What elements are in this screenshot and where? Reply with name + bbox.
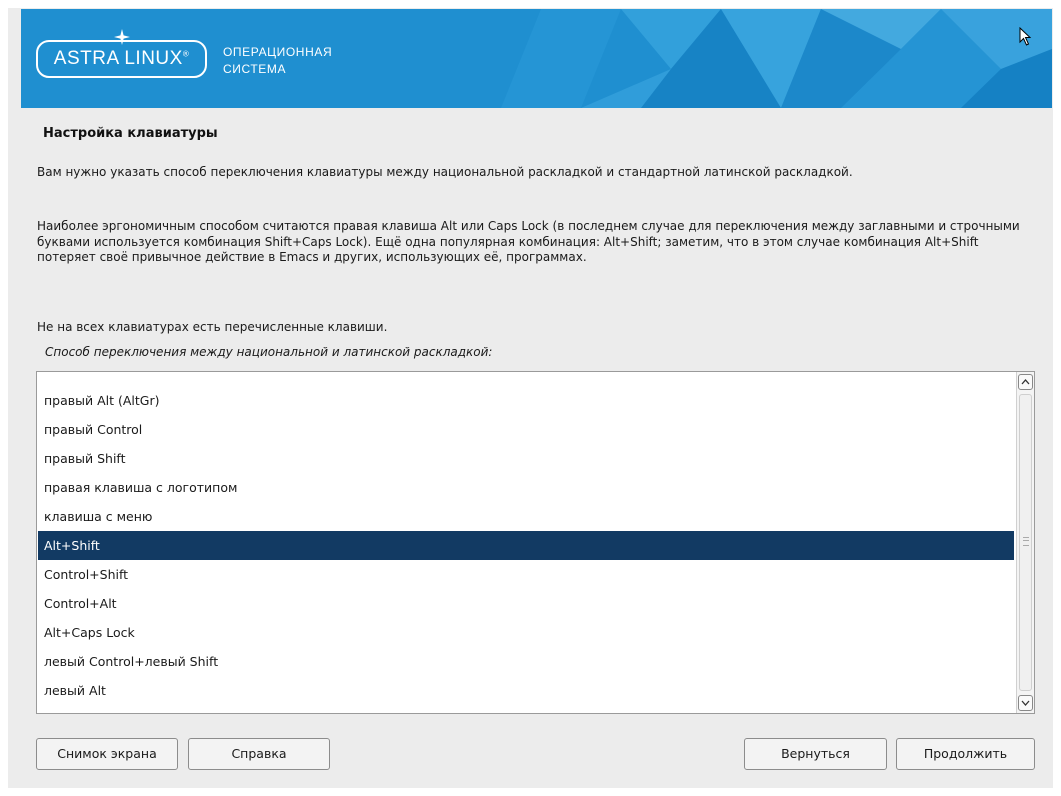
- list-prompt: Способ переключения между национальной и…: [45, 345, 493, 359]
- list-item[interactable]: Control+Shift: [38, 560, 1014, 589]
- help-button[interactable]: Справка: [188, 738, 330, 770]
- list-item[interactable]: правый Alt (AltGr): [38, 386, 1014, 415]
- list-item-partial-bottom: ·: [38, 701, 1014, 713]
- mouse-pointer-icon: [1019, 27, 1032, 46]
- description-paragraph-2: Наиболее эргономичным способом считаются…: [37, 219, 1020, 264]
- list-item[interactable]: правая клавиша с логотипом: [38, 473, 1014, 502]
- list-item[interactable]: правый Shift: [38, 444, 1014, 473]
- astra-linux-logo: ASTRA LINUX®: [36, 29, 207, 78]
- logo-subtitle-line2: СИСТЕМА: [223, 62, 287, 76]
- list-item-selected[interactable]: Alt+Shift: [38, 531, 1014, 560]
- list-item[interactable]: левый Control+левый Shift: [38, 647, 1014, 676]
- logo-subtitle-line1: ОПЕРАЦИОННАЯ: [223, 45, 333, 59]
- scroll-up-button[interactable]: [1018, 374, 1033, 390]
- description-paragraph-1: Вам нужно указать способ переключения кл…: [37, 165, 853, 179]
- chevron-up-icon: [1021, 379, 1030, 385]
- description-paragraph-3: Не на всех клавиатурах есть перечисленны…: [37, 320, 388, 334]
- chevron-down-icon: [1021, 700, 1030, 706]
- list-item[interactable]: Control+Alt: [38, 589, 1014, 618]
- star-icon: [114, 29, 130, 45]
- back-button[interactable]: Вернуться: [744, 738, 887, 770]
- list-item[interactable]: клавиша с меню: [38, 502, 1014, 531]
- header-banner: ASTRA LINUX® ОПЕРАЦИОННАЯ СИСТЕМА: [21, 9, 1052, 108]
- list-item-partial-top: ·: [38, 372, 1014, 380]
- page-title: Настройка клавиатуры: [43, 126, 218, 141]
- list-scrollbar[interactable]: [1016, 372, 1034, 713]
- list-item[interactable]: правый Control: [38, 415, 1014, 444]
- scroll-down-button[interactable]: [1018, 695, 1033, 711]
- list-item[interactable]: Alt+Caps Lock: [38, 618, 1014, 647]
- logo-subtitle: ОПЕРАЦИОННАЯ СИСТЕМА: [223, 44, 332, 78]
- grip-icon: [1023, 537, 1029, 546]
- logo-text: ASTRA LINUX®: [53, 48, 190, 69]
- continue-button[interactable]: Продолжить: [896, 738, 1035, 770]
- layout-switch-listbox[interactable]: · правый Alt (AltGr) правый Control прав…: [36, 371, 1035, 714]
- screenshot-button[interactable]: Снимок экрана: [36, 738, 178, 770]
- scrollbar-thumb[interactable]: [1019, 394, 1032, 691]
